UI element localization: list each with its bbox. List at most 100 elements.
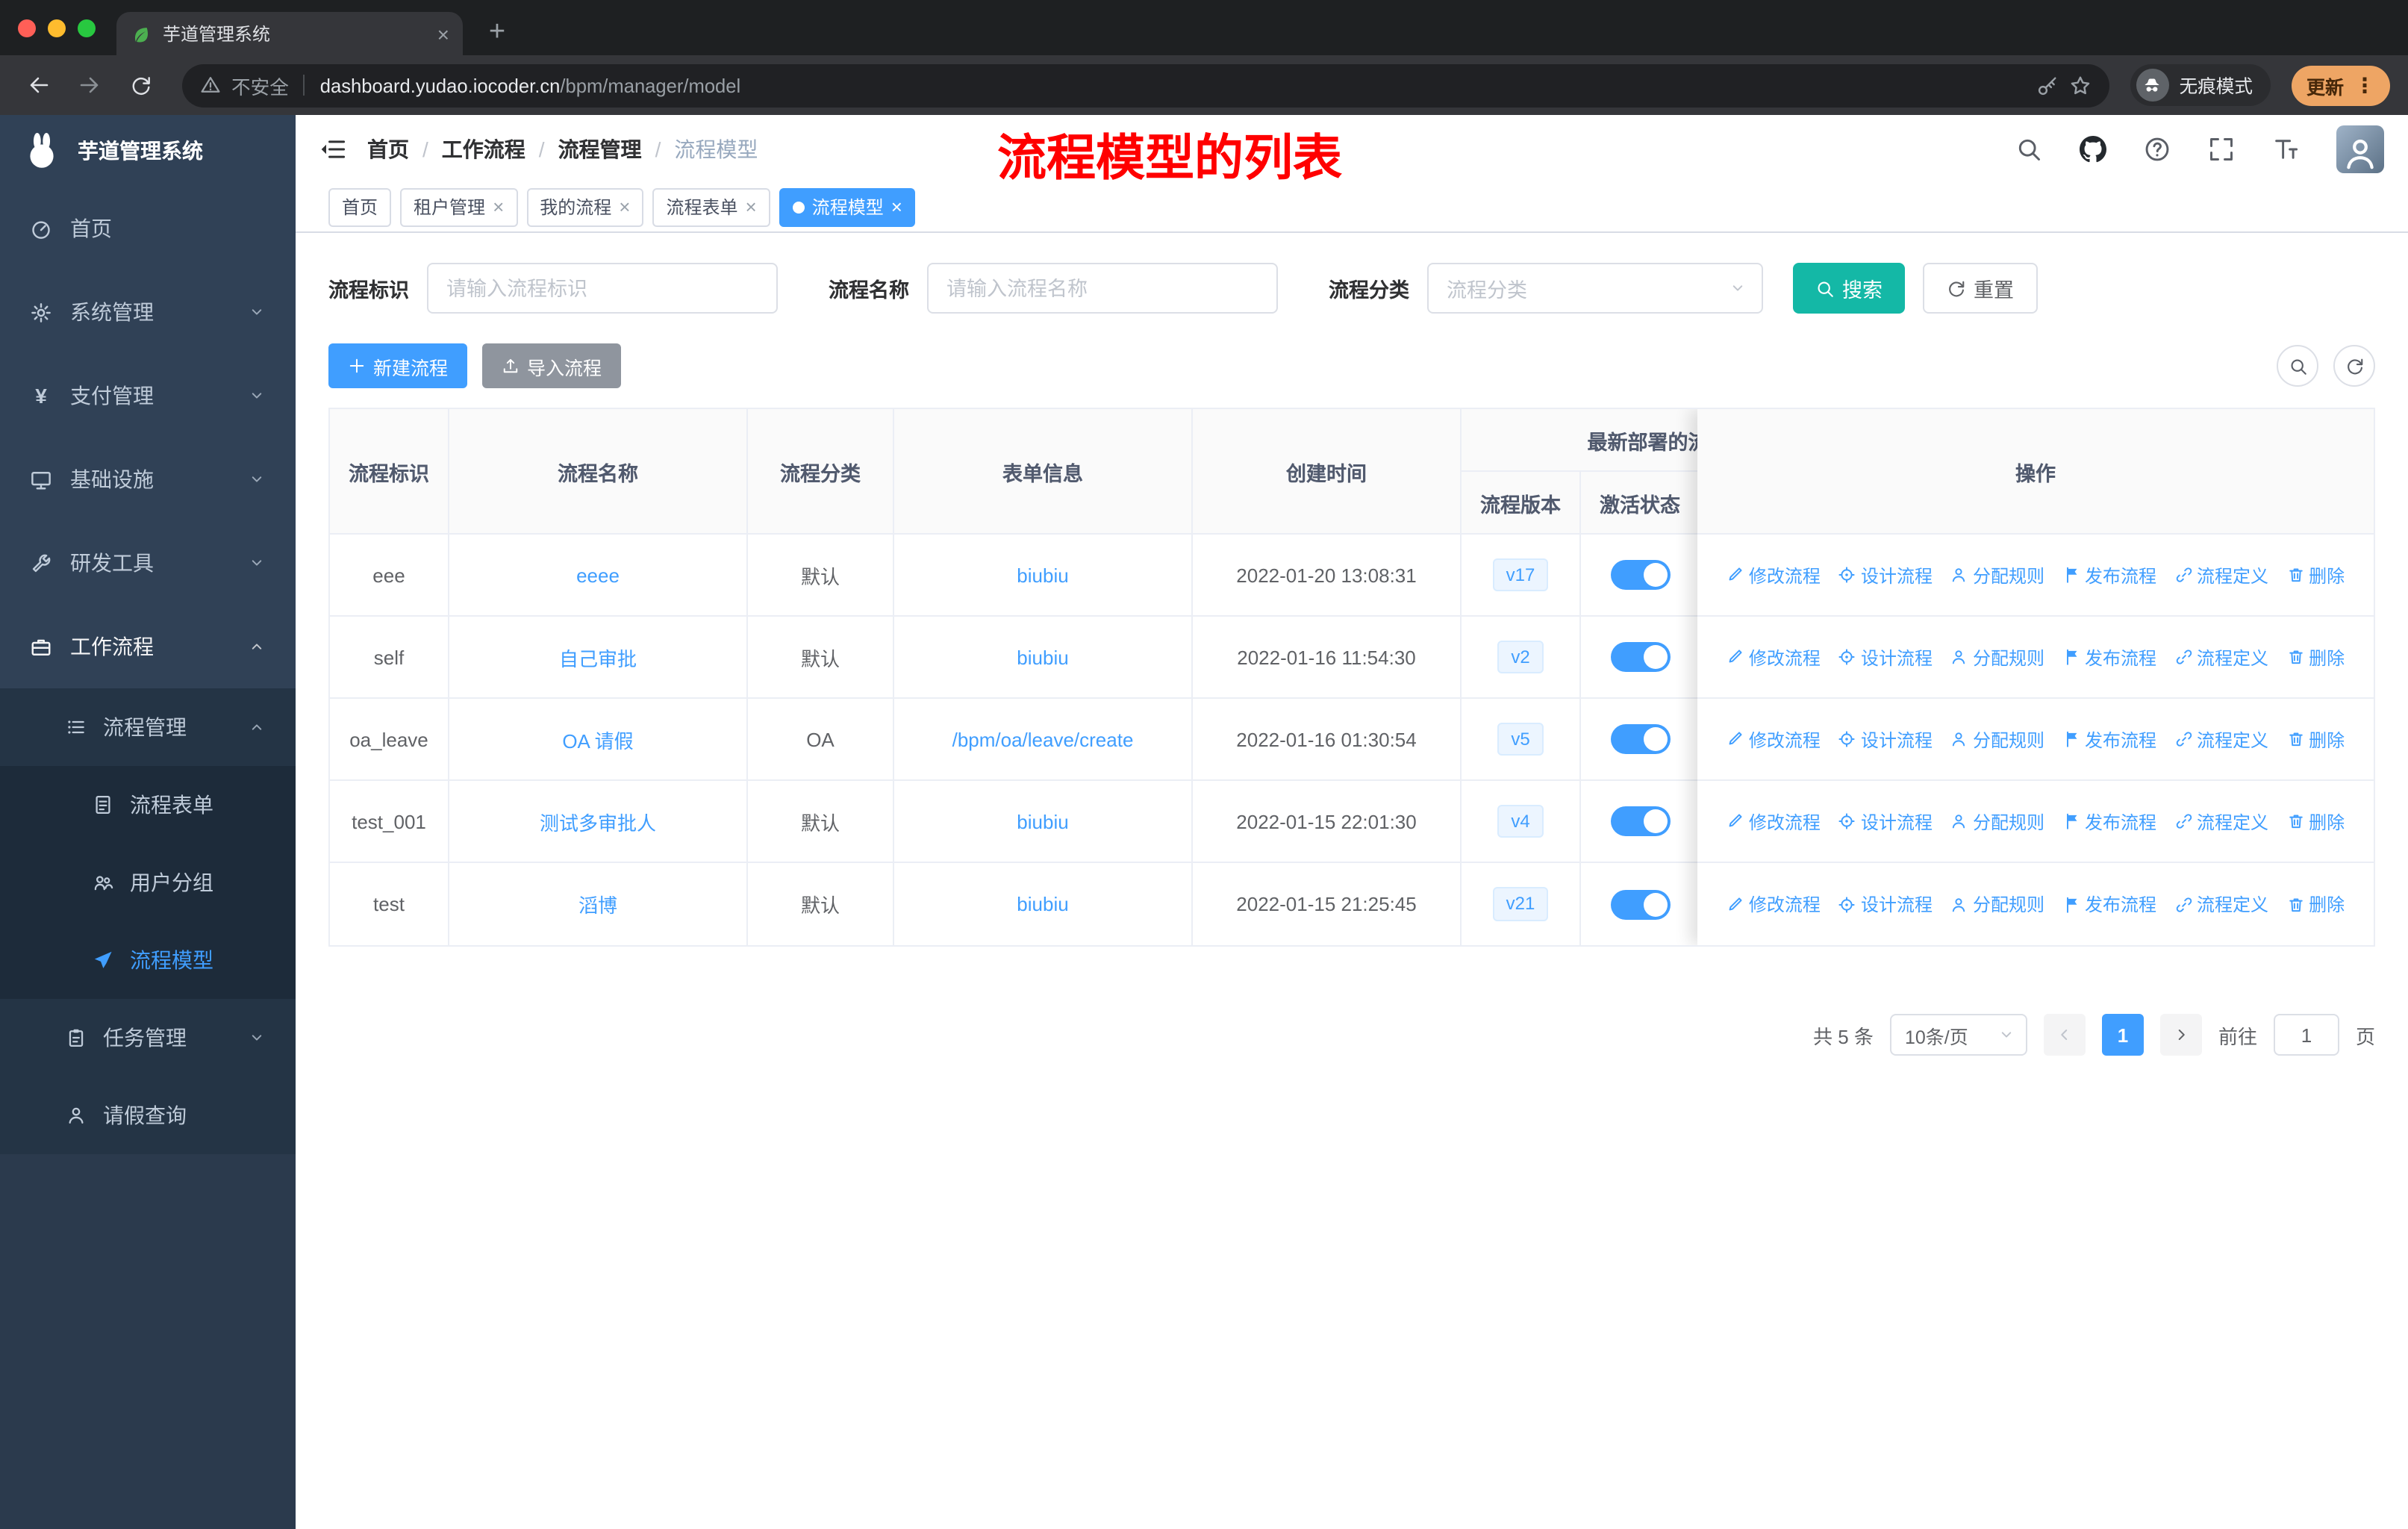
tag-tenant-management[interactable]: 租户管理 ×	[400, 187, 518, 226]
close-icon[interactable]: ×	[493, 197, 504, 217]
tag-process-model[interactable]: 流程模型 ×	[779, 187, 916, 226]
sidebar-logo[interactable]: 芋道管理系统	[0, 115, 296, 187]
process-name-link[interactable]: 滔博	[578, 890, 617, 918]
sidebar-item-process-management[interactable]: 流程管理	[0, 688, 296, 766]
security-warning-icon[interactable]	[200, 75, 221, 96]
window-minimize-button[interactable]	[48, 19, 66, 37]
assign-rule-link[interactable]: 分配规则	[1950, 891, 2044, 917]
active-toggle[interactable]	[1610, 889, 1670, 919]
publish-process-link[interactable]: 发布流程	[2062, 891, 2156, 917]
process-category-select[interactable]: 流程分类	[1427, 263, 1763, 314]
page-number-button[interactable]: 1	[2101, 1014, 2144, 1056]
design-process-link[interactable]: 设计流程	[1838, 562, 1933, 588]
page-size-select[interactable]: 10条/页	[1889, 1014, 2027, 1056]
create-process-button[interactable]: 新建流程	[328, 343, 468, 388]
modify-process-link[interactable]: 修改流程	[1727, 891, 1821, 917]
prev-page-button[interactable]	[2043, 1014, 2086, 1056]
close-icon[interactable]: ×	[891, 197, 902, 217]
active-toggle[interactable]	[1610, 642, 1670, 672]
publish-process-link[interactable]: 发布流程	[2062, 644, 2156, 670]
process-definition-link[interactable]: 流程定义	[2174, 644, 2268, 670]
delete-link[interactable]: 删除	[2286, 562, 2345, 588]
delete-link[interactable]: 删除	[2286, 809, 2345, 834]
form-info-link[interactable]: biubiu	[1017, 564, 1068, 586]
user-avatar[interactable]	[2336, 125, 2384, 172]
assign-rule-link[interactable]: 分配规则	[1950, 726, 2044, 752]
modify-process-link[interactable]: 修改流程	[1727, 726, 1821, 752]
sidebar-item-process-model[interactable]: 流程模型	[0, 921, 296, 999]
address-bar[interactable]: 不安全 dashboard.yudao.iocoder.cn/bpm/manag…	[182, 63, 2109, 107]
sidebar-item-system[interactable]: 系统管理	[0, 270, 296, 354]
sidebar-item-devtools[interactable]: 研发工具	[0, 521, 296, 605]
window-close-button[interactable]	[18, 19, 36, 37]
browser-tab[interactable]: 芋道管理系统 ×	[116, 12, 463, 55]
design-process-link[interactable]: 设计流程	[1838, 891, 1933, 917]
browser-menu-icon[interactable]: ⋮	[2354, 72, 2375, 98]
process-key-input[interactable]	[427, 263, 778, 314]
github-icon[interactable]	[2080, 135, 2106, 162]
modify-process-link[interactable]: 修改流程	[1727, 809, 1821, 834]
assign-rule-link[interactable]: 分配规则	[1950, 644, 2044, 670]
next-page-button[interactable]	[2159, 1014, 2202, 1056]
forward-button[interactable]	[69, 73, 110, 97]
delete-link[interactable]: 删除	[2286, 644, 2345, 670]
process-definition-link[interactable]: 流程定义	[2174, 891, 2268, 917]
delete-link[interactable]: 删除	[2286, 726, 2345, 752]
process-definition-link[interactable]: 流程定义	[2174, 726, 2268, 752]
tag-home[interactable]: 首页	[328, 187, 392, 226]
publish-process-link[interactable]: 发布流程	[2062, 562, 2156, 588]
design-process-link[interactable]: 设计流程	[1838, 809, 1933, 834]
modify-process-link[interactable]: 修改流程	[1727, 562, 1821, 588]
process-definition-link[interactable]: 流程定义	[2174, 809, 2268, 834]
sidebar-item-leave-query[interactable]: 请假查询	[0, 1077, 296, 1154]
help-icon[interactable]	[2144, 135, 2171, 162]
process-definition-link[interactable]: 流程定义	[2174, 562, 2268, 588]
sidebar-item-workflow[interactable]: 工作流程	[0, 605, 296, 688]
sidebar-item-home[interactable]: 首页	[0, 187, 296, 270]
close-icon[interactable]: ×	[746, 197, 757, 217]
process-name-link[interactable]: eeee	[576, 564, 620, 586]
delete-link[interactable]: 删除	[2286, 891, 2345, 917]
tag-my-process[interactable]: 我的流程 ×	[526, 187, 644, 226]
publish-process-link[interactable]: 发布流程	[2062, 726, 2156, 752]
design-process-link[interactable]: 设计流程	[1838, 726, 1933, 752]
font-size-icon[interactable]	[2272, 135, 2299, 162]
active-toggle[interactable]	[1610, 724, 1670, 754]
assign-rule-link[interactable]: 分配规则	[1950, 809, 2044, 834]
browser-update-button[interactable]: 更新 ⋮	[2291, 65, 2390, 105]
reset-button[interactable]: 重置	[1923, 263, 2038, 314]
process-name-link[interactable]: 自己审批	[559, 643, 637, 671]
form-info-link[interactable]: biubiu	[1017, 810, 1068, 832]
new-tab-button[interactable]: +	[478, 16, 517, 49]
tag-process-form[interactable]: 流程表单 ×	[652, 187, 770, 226]
active-toggle[interactable]	[1610, 560, 1670, 590]
process-name-input[interactable]	[927, 263, 1278, 314]
sidebar-item-process-form[interactable]: 流程表单	[0, 766, 296, 844]
assign-rule-link[interactable]: 分配规则	[1950, 562, 2044, 588]
modify-process-link[interactable]: 修改流程	[1727, 644, 1821, 670]
tab-close-icon[interactable]: ×	[437, 23, 449, 44]
bookmark-star-icon[interactable]	[2069, 74, 2092, 96]
breadcrumb-home[interactable]: 首页	[367, 134, 409, 164]
publish-process-link[interactable]: 发布流程	[2062, 809, 2156, 834]
close-icon[interactable]: ×	[619, 197, 630, 217]
fullscreen-icon[interactable]	[2208, 135, 2235, 162]
process-name-link[interactable]: 测试多审批人	[540, 807, 656, 835]
sidebar-item-infrastructure[interactable]: 基础设施	[0, 437, 296, 521]
breadcrumb-workflow[interactable]: 工作流程	[442, 134, 525, 164]
sidebar-item-user-group[interactable]: 用户分组	[0, 844, 296, 921]
toggle-search-button[interactable]	[2277, 345, 2318, 387]
form-info-link[interactable]: biubiu	[1017, 893, 1068, 915]
import-process-button[interactable]: 导入流程	[482, 343, 622, 388]
sidebar-item-task-management[interactable]: 任务管理	[0, 999, 296, 1077]
goto-page-input[interactable]	[2273, 1014, 2339, 1056]
form-info-link[interactable]: /bpm/oa/leave/create	[952, 728, 1134, 750]
design-process-link[interactable]: 设计流程	[1838, 644, 1933, 670]
password-key-icon[interactable]	[2036, 74, 2059, 96]
search-button[interactable]: 搜索	[1793, 263, 1905, 314]
search-icon[interactable]	[2015, 135, 2042, 162]
active-toggle[interactable]	[1610, 806, 1670, 836]
process-name-link[interactable]: OA 请假	[562, 725, 633, 753]
window-zoom-button[interactable]	[78, 19, 96, 37]
breadcrumb-process-management[interactable]: 流程管理	[558, 134, 642, 164]
